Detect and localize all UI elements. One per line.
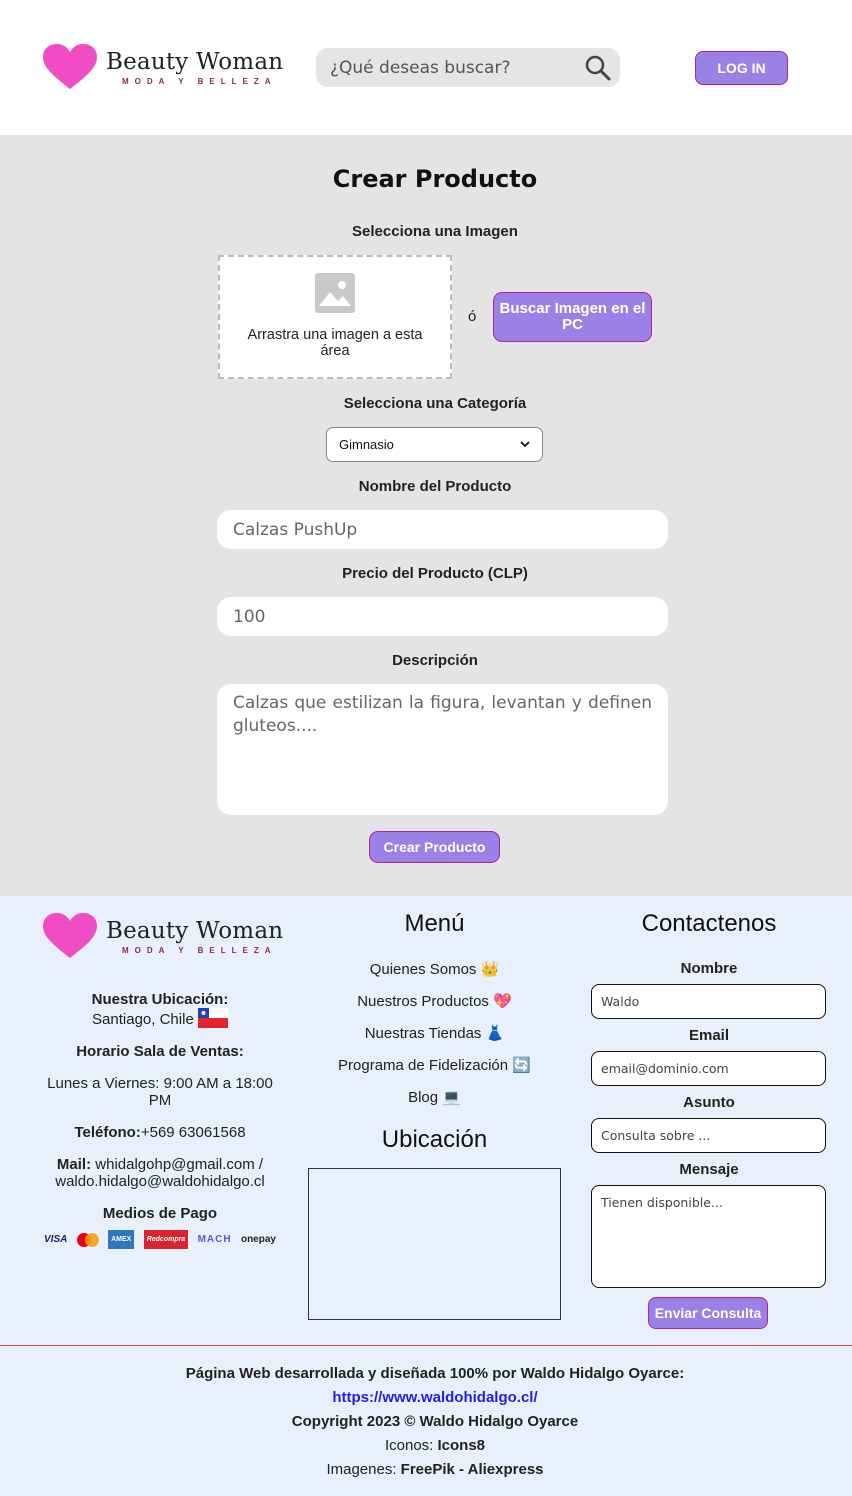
footer-divider [0,1345,852,1346]
site-footer: Beauty Woman MODA Y BELLEZA Nuestra Ubic… [0,896,852,1496]
or-text: ó [468,308,477,325]
create-product-section: Crear Producto Selecciona una Imagen Arr… [0,135,852,896]
search-input[interactable] [330,57,570,78]
create-product-button[interactable]: Crear Producto [369,831,500,863]
drop-zone-text: Arrastra una imagen a esta área [247,327,423,359]
hours-value: Lunes a Viernes: 9:00 AM a 18:00 PM [47,1075,273,1109]
contact-name-input[interactable]: Waldo [591,984,826,1019]
location-title: Nuestra Ubicación: [91,991,229,1008]
payment-title: Medios de Pago [102,1205,218,1222]
contact-email-label: Email [688,1027,730,1044]
footer-logo[interactable]: Beauty Woman MODA Y BELLEZA [42,912,283,960]
menu-item-tiendas[interactable]: Nuestras Tiendas 👗 [308,1024,561,1056]
brand-name: Beauty Woman [106,917,284,944]
menu-item-fidelizacion[interactable]: Programa de Fidelización 🔄 [308,1056,561,1088]
hours-title: Horario Sala de Ventas: [76,1043,244,1060]
map-title: Ubicación [381,1126,488,1153]
browse-image-button[interactable]: Buscar Imagen en el PC [493,292,652,342]
icons-label: Iconos: [384,1437,438,1454]
heart-logo-icon [43,44,97,89]
page-title: Crear Producto [332,165,538,193]
phone-value: +569 63061568 [140,1124,246,1141]
chile-flag-icon [197,1008,228,1028]
footer-credits: Página Web desarrollada y diseñada 100% … [9,1362,852,1482]
search-bar [316,48,620,87]
chevron-down-icon [520,441,530,448]
mach-logo: MACH [197,1234,232,1245]
mail-label: Mail: [56,1156,92,1173]
description-label: Descripción [392,652,478,669]
images-source: FreePik - Aliexpress [400,1461,544,1478]
image-label: Selecciona una Imagen [352,223,518,240]
site-header: Beauty Woman MODA Y BELLEZA LOG IN [0,0,852,135]
menu-item-productos[interactable]: Nuestros Productos 💖 [308,992,561,1024]
product-price-label: Precio del Producto (CLP) [342,565,528,582]
menu-item-blog[interactable]: Blog 💻 [308,1088,561,1120]
mastercard-logo-icon [76,1232,99,1247]
brand-tagline: MODA Y BELLEZA [122,76,277,86]
map-embed[interactable] [308,1168,561,1320]
images-label: Imagenes: [326,1461,401,1478]
footer-info: Nuestra Ubicación: Santiago, Chile Horar… [40,991,280,1249]
menu-title: Menú [404,910,465,937]
contact-message-textarea[interactable]: Tienen disponible... [591,1185,826,1288]
payment-methods: VISA AMEX Redcompra MACH onepay [40,1230,280,1249]
category-selected-value: Gimnasio [339,437,394,452]
contact-subject-label: Asunto [683,1094,735,1111]
phone-label: Teléfono: [74,1124,141,1141]
redcompra-logo: Redcompra [143,1230,189,1249]
product-name-input[interactable]: Calzas PushUp [217,510,668,549]
description-textarea[interactable]: Calzas que estilizan la figura, levantan… [217,684,668,815]
heart-logo-icon [43,913,97,958]
contact-message-label: Mensaje [679,1161,739,1178]
image-placeholder-icon [315,273,355,313]
copyright-text: Copyright 2023 © Waldo Hidalgo Oyarce [291,1413,579,1430]
contact-subject-input[interactable]: Consulta sobre ... [591,1118,826,1153]
search-icon[interactable] [584,54,612,82]
contact-title: Contactenos [641,910,777,937]
visa-logo: VISA [44,1234,68,1245]
menu-item-quienes-somos[interactable]: Quienes Somos 👑 [308,960,561,992]
onepay-logo: onepay [240,1234,276,1245]
footer-menu: Quienes Somos 👑 Nuestros Productos 💖 Nue… [308,960,561,1120]
category-label: Selecciona una Categoría [343,395,527,412]
login-button[interactable]: LOG IN [695,51,788,85]
contact-email-input[interactable]: email@dominio.com [591,1051,826,1086]
icons-source: Icons8 [437,1437,486,1454]
contact-name-label: Nombre [680,960,738,977]
amex-logo: AMEX [108,1230,135,1249]
product-name-label: Nombre del Producto [358,478,512,495]
send-inquiry-button[interactable]: Enviar Consulta [648,1297,768,1329]
brand-tagline: MODA Y BELLEZA [122,945,277,955]
image-drop-zone[interactable]: Arrastra una imagen a esta área [218,255,452,379]
brand-name: Beauty Woman [106,48,284,75]
site-logo[interactable]: Beauty Woman MODA Y BELLEZA [42,43,283,91]
location-value: Santiago, Chile [92,1011,194,1028]
product-price-input[interactable]: 100 [217,597,668,636]
credit-line: Página Web desarrollada y diseñada 100% … [185,1365,685,1382]
category-select[interactable]: Gimnasio [326,427,543,462]
author-website-link[interactable]: https://www.waldohidalgo.cl/ [332,1389,537,1406]
